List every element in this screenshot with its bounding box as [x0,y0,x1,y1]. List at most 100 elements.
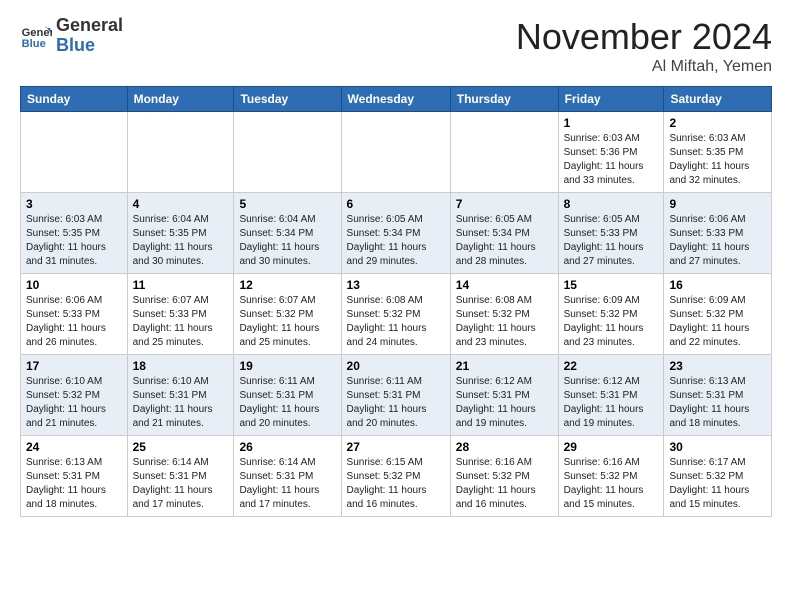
calendar-cell: 29 Sunrise: 6:16 AM Sunset: 5:32 PM Dayli… [558,436,664,517]
calendar-cell: 24 Sunrise: 6:13 AM Sunset: 5:31 PM Dayli… [21,436,128,517]
svg-text:General: General [22,27,52,39]
day-number: 8 [564,197,659,211]
day-info: Sunrise: 6:05 AM Sunset: 5:34 PM Dayligh… [456,213,553,269]
calendar-cell: 7 Sunrise: 6:05 AM Sunset: 5:34 PM Daylig… [450,193,558,274]
day-number: 11 [133,278,229,292]
day-info: Sunrise: 6:11 AM Sunset: 5:31 PM Dayligh… [239,375,335,431]
day-info: Sunrise: 6:14 AM Sunset: 5:31 PM Dayligh… [133,456,229,512]
calendar-cell: 23 Sunrise: 6:13 AM Sunset: 5:31 PM Dayli… [664,355,772,436]
weekday-header-friday: Friday [558,87,664,112]
day-number: 25 [133,440,229,454]
day-info: Sunrise: 6:16 AM Sunset: 5:32 PM Dayligh… [564,456,659,512]
day-info: Sunrise: 6:05 AM Sunset: 5:33 PM Dayligh… [564,213,659,269]
calendar-cell: 4 Sunrise: 6:04 AM Sunset: 5:35 PM Daylig… [127,193,234,274]
calendar-week-row: 10 Sunrise: 6:06 AM Sunset: 5:33 PM Dayli… [21,274,772,355]
calendar-cell: 22 Sunrise: 6:12 AM Sunset: 5:31 PM Dayli… [558,355,664,436]
day-info: Sunrise: 6:10 AM Sunset: 5:32 PM Dayligh… [26,375,122,431]
calendar-cell: 16Sunrise: 6:09 AM Sunset: 5:32 PM Dayli… [664,274,772,355]
day-number: 13 [347,278,445,292]
day-number: 17 [26,359,122,373]
calendar-cell: 28 Sunrise: 6:16 AM Sunset: 5:32 PM Dayli… [450,436,558,517]
logo: General Blue General Blue [20,16,123,56]
logo-icon: General Blue [20,20,52,52]
day-info: Sunrise: 6:12 AM Sunset: 5:31 PM Dayligh… [564,375,659,431]
calendar-table: SundayMondayTuesdayWednesdayThursdayFrid… [20,86,772,517]
calendar-cell: 8 Sunrise: 6:05 AM Sunset: 5:33 PM Daylig… [558,193,664,274]
day-info: Sunrise: 6:14 AM Sunset: 5:31 PM Dayligh… [239,456,335,512]
day-number: 26 [239,440,335,454]
calendar-header: SundayMondayTuesdayWednesdayThursdayFrid… [21,87,772,112]
day-info: Sunrise: 6:12 AM Sunset: 5:31 PM Dayligh… [456,375,553,431]
day-info: Sunrise: 6:09 AM Sunset: 5:32 PM Dayligh… [669,294,766,350]
calendar-cell [450,112,558,193]
day-info: Sunrise: 6:03 AM Sunset: 5:35 PM Dayligh… [26,213,122,269]
logo-text: General Blue [56,16,123,56]
day-number: 28 [456,440,553,454]
day-number: 4 [133,197,229,211]
day-number: 14 [456,278,553,292]
day-info: Sunrise: 6:05 AM Sunset: 5:34 PM Dayligh… [347,213,445,269]
weekday-header-tuesday: Tuesday [234,87,341,112]
day-number: 3 [26,197,122,211]
day-info: Sunrise: 6:13 AM Sunset: 5:31 PM Dayligh… [26,456,122,512]
day-number: 10 [26,278,122,292]
day-info: Sunrise: 6:06 AM Sunset: 5:33 PM Dayligh… [669,213,766,269]
calendar-cell: 6Sunrise: 6:05 AM Sunset: 5:34 PM Daylig… [341,193,450,274]
day-info: Sunrise: 6:04 AM Sunset: 5:35 PM Dayligh… [133,213,229,269]
day-number: 19 [239,359,335,373]
day-number: 21 [456,359,553,373]
calendar-cell: 9 Sunrise: 6:06 AM Sunset: 5:33 PM Daylig… [664,193,772,274]
day-info: Sunrise: 6:07 AM Sunset: 5:33 PM Dayligh… [133,294,229,350]
day-number: 27 [347,440,445,454]
calendar-cell: 5Sunrise: 6:04 AM Sunset: 5:34 PM Daylig… [234,193,341,274]
calendar-cell [127,112,234,193]
calendar-cell: 21 Sunrise: 6:12 AM Sunset: 5:31 PM Dayli… [450,355,558,436]
calendar-cell: 1Sunrise: 6:03 AM Sunset: 5:36 PM Daylig… [558,112,664,193]
calendar-week-row: 3 Sunrise: 6:03 AM Sunset: 5:35 PM Daylig… [21,193,772,274]
calendar-cell: 13Sunrise: 6:08 AM Sunset: 5:32 PM Dayli… [341,274,450,355]
calendar-cell [234,112,341,193]
day-number: 20 [347,359,445,373]
day-number: 29 [564,440,659,454]
calendar-week-row: 1Sunrise: 6:03 AM Sunset: 5:36 PM Daylig… [21,112,772,193]
calendar-body: 1Sunrise: 6:03 AM Sunset: 5:36 PM Daylig… [21,112,772,517]
day-info: Sunrise: 6:03 AM Sunset: 5:36 PM Dayligh… [564,132,659,188]
day-info: Sunrise: 6:06 AM Sunset: 5:33 PM Dayligh… [26,294,122,350]
day-number: 18 [133,359,229,373]
weekday-header-monday: Monday [127,87,234,112]
calendar-cell: 17 Sunrise: 6:10 AM Sunset: 5:32 PM Dayli… [21,355,128,436]
calendar-cell: 26 Sunrise: 6:14 AM Sunset: 5:31 PM Dayli… [234,436,341,517]
day-number: 12 [239,278,335,292]
weekday-header-row: SundayMondayTuesdayWednesdayThursdayFrid… [21,87,772,112]
day-info: Sunrise: 6:13 AM Sunset: 5:31 PM Dayligh… [669,375,766,431]
calendar-cell: 18Sunrise: 6:10 AM Sunset: 5:31 PM Dayli… [127,355,234,436]
day-number: 7 [456,197,553,211]
day-number: 5 [239,197,335,211]
day-number: 2 [669,116,766,130]
calendar-cell: 27Sunrise: 6:15 AM Sunset: 5:32 PM Dayli… [341,436,450,517]
logo-blue-text: Blue [56,36,123,56]
calendar-cell: 3 Sunrise: 6:03 AM Sunset: 5:35 PM Daylig… [21,193,128,274]
page: General Blue General Blue November 2024 … [0,0,792,533]
day-info: Sunrise: 6:16 AM Sunset: 5:32 PM Dayligh… [456,456,553,512]
day-info: Sunrise: 6:17 AM Sunset: 5:32 PM Dayligh… [669,456,766,512]
calendar-cell [21,112,128,193]
calendar-cell: 12Sunrise: 6:07 AM Sunset: 5:32 PM Dayli… [234,274,341,355]
calendar-cell: 15Sunrise: 6:09 AM Sunset: 5:32 PM Dayli… [558,274,664,355]
location: Al Miftah, Yemen [516,58,772,76]
weekday-header-saturday: Saturday [664,87,772,112]
day-info: Sunrise: 6:08 AM Sunset: 5:32 PM Dayligh… [456,294,553,350]
calendar-week-row: 24 Sunrise: 6:13 AM Sunset: 5:31 PM Dayli… [21,436,772,517]
day-number: 22 [564,359,659,373]
logo-general-text: General [56,16,123,36]
day-number: 9 [669,197,766,211]
calendar-cell [341,112,450,193]
day-number: 23 [669,359,766,373]
day-number: 24 [26,440,122,454]
day-number: 30 [669,440,766,454]
calendar-cell: 10 Sunrise: 6:06 AM Sunset: 5:33 PM Dayli… [21,274,128,355]
day-info: Sunrise: 6:03 AM Sunset: 5:35 PM Dayligh… [669,132,766,188]
weekday-header-sunday: Sunday [21,87,128,112]
month-title: November 2024 [516,16,772,58]
weekday-header-wednesday: Wednesday [341,87,450,112]
